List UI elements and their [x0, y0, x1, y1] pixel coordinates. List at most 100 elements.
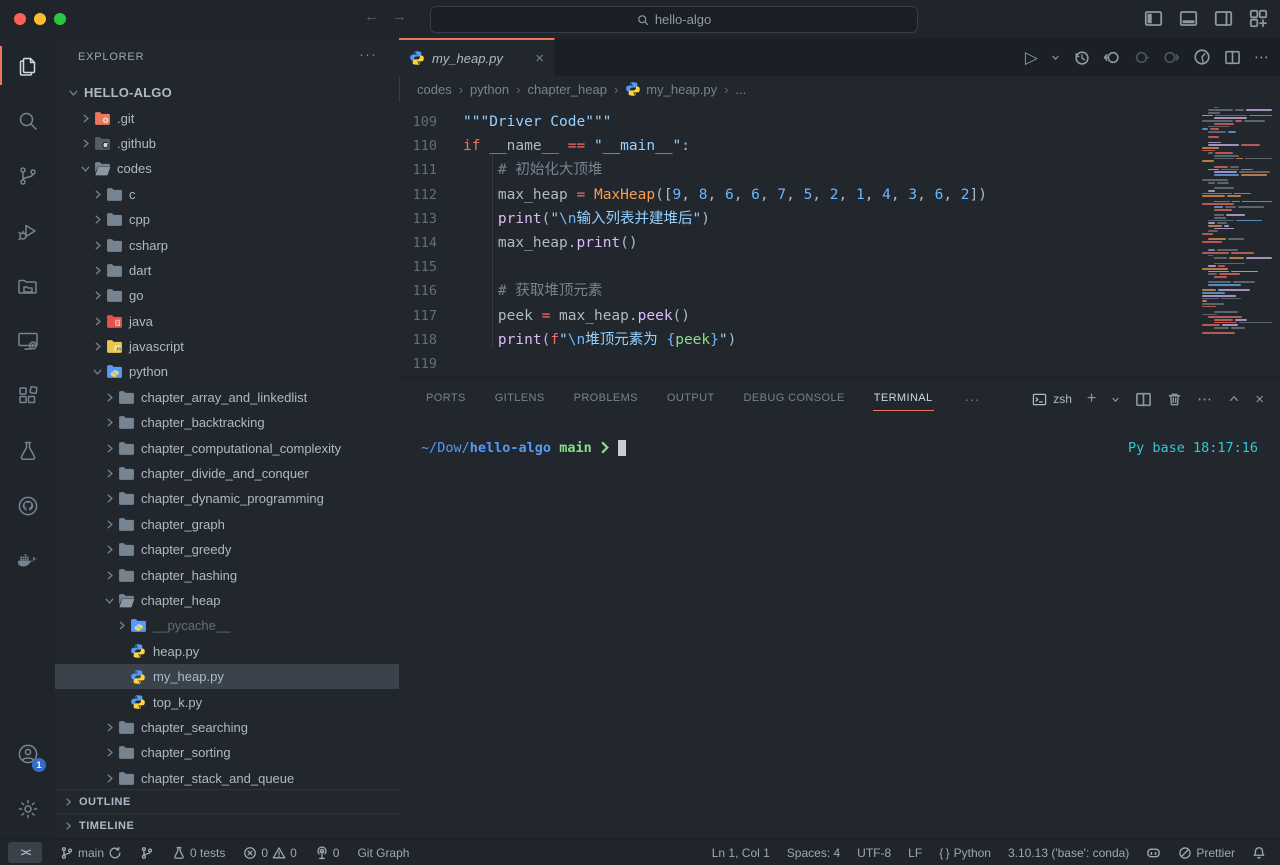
go-forward-icon[interactable] — [1163, 49, 1180, 66]
tree-item-.git[interactable]: .git — [55, 105, 399, 130]
code-editor[interactable]: 109"""Driver Code"""110if __name__ == "_… — [399, 102, 1280, 377]
status-copilot[interactable] — [1146, 845, 1161, 860]
tree-item-chapter_backtracking[interactable]: chapter_backtracking — [55, 410, 399, 435]
activity-remote-explorer[interactable] — [0, 313, 55, 368]
more-icon[interactable]: ⋯ — [1197, 390, 1213, 408]
tree-item-chapter_dynamic_programming[interactable]: chapter_dynamic_programming — [55, 486, 399, 511]
kill-terminal-icon[interactable] — [1167, 392, 1182, 407]
command-center-search[interactable]: hello-algo — [430, 6, 918, 33]
timeline-history-icon[interactable] — [1073, 49, 1090, 66]
close-tab-icon[interactable]: × — [535, 50, 544, 67]
activity-file-submodule[interactable] — [0, 258, 55, 313]
panel-tab-output[interactable]: OUTPUT — [666, 388, 716, 410]
breadcrumb-item-chapter_heap[interactable]: chapter_heap — [527, 82, 607, 97]
tree-item-java[interactable]: java — [55, 309, 399, 334]
tree-item-cpp[interactable]: cpp — [55, 207, 399, 232]
status-prettier[interactable]: Prettier — [1178, 846, 1235, 860]
tree-item-chapter_graph[interactable]: chapter_graph — [55, 512, 399, 537]
outline-section[interactable]: OUTLINE — [55, 789, 399, 814]
tree-item-heap.py[interactable]: heap.py — [55, 639, 399, 664]
breadcrumb-item-...[interactable]: ... — [735, 82, 746, 97]
nav-dot-icon[interactable] — [1133, 49, 1150, 66]
status-git-branch[interactable]: main — [60, 846, 122, 860]
tree-item-HELLO-ALGO[interactable]: HELLO-ALGO — [55, 80, 399, 105]
status-git-graph-branch[interactable] — [140, 846, 154, 860]
status-indentation[interactable]: Spaces: 4 — [787, 846, 840, 860]
panel-tabs-more[interactable]: ··· — [965, 391, 980, 407]
close-window-button[interactable] — [14, 13, 26, 25]
panel-tab-terminal[interactable]: TERMINAL — [873, 388, 934, 411]
tree-item-c[interactable]: c — [55, 182, 399, 207]
zoom-window-button[interactable] — [54, 13, 66, 25]
tree-item-chapter_hashing[interactable]: chapter_hashing — [55, 562, 399, 587]
status-eol[interactable]: LF — [908, 846, 922, 860]
tree-item-chapter_greedy[interactable]: chapter_greedy — [55, 537, 399, 562]
status-notifications[interactable] — [1252, 846, 1266, 860]
activity-search[interactable] — [0, 93, 55, 148]
activity-testing[interactable] — [0, 423, 55, 478]
split-terminal-icon[interactable] — [1135, 391, 1152, 408]
tree-item-.github[interactable]: .github — [55, 131, 399, 156]
status-encoding[interactable]: UTF-8 — [857, 846, 891, 860]
toggle-secondary-sidebar-icon[interactable] — [1214, 9, 1233, 28]
run-profile-icon[interactable] — [1193, 48, 1211, 66]
toggle-panel-icon[interactable] — [1179, 9, 1198, 28]
tree-item-dart[interactable]: dart — [55, 258, 399, 283]
status-language-mode[interactable]: { }Python — [939, 846, 991, 860]
activity-run-and-debug[interactable] — [0, 203, 55, 258]
forward-arrow-icon[interactable]: → — [392, 8, 407, 25]
activity-accounts[interactable]: 1 — [0, 726, 55, 781]
customize-layout-icon[interactable] — [1249, 9, 1268, 28]
minimap[interactable] — [1200, 104, 1272, 336]
activity-source-control[interactable] — [0, 148, 55, 203]
breadcrumb-item-python[interactable]: python — [470, 82, 509, 97]
status-python-interpreter[interactable]: 3.10.13 ('base': conda) — [1008, 846, 1129, 860]
status-git-graph[interactable]: Git Graph — [357, 846, 409, 860]
status-problems[interactable]: 00 — [243, 846, 296, 860]
activity-explorer[interactable] — [0, 38, 55, 93]
more-actions-icon[interactable]: ⋯ — [1254, 48, 1270, 66]
tree-item-__pycache__[interactable]: __pycache__ — [55, 613, 399, 638]
tree-item-chapter_divide_and_conquer[interactable]: chapter_divide_and_conquer — [55, 461, 399, 486]
run-icon[interactable]: ▷ — [1025, 49, 1038, 66]
new-terminal-icon[interactable]: + — [1087, 390, 1096, 408]
maximize-panel-icon[interactable] — [1228, 393, 1240, 405]
status-ports[interactable]: 0 — [315, 846, 340, 860]
tree-item-chapter_searching[interactable]: chapter_searching — [55, 715, 399, 740]
tree-item-javascript[interactable]: JSjavascript — [55, 334, 399, 359]
tree-item-chapter_stack_and_queue[interactable]: chapter_stack_and_queue — [55, 766, 399, 791]
tree-item-go[interactable]: go — [55, 283, 399, 308]
close-panel-icon[interactable]: × — [1255, 391, 1264, 408]
tab-my_heap.py[interactable]: my_heap.py × — [399, 38, 555, 76]
tree-item-csharp[interactable]: csharp — [55, 232, 399, 257]
tree-item-chapter_sorting[interactable]: chapter_sorting — [55, 740, 399, 765]
timeline-section[interactable]: TIMELINE — [55, 813, 399, 838]
breadcrumb-item-my_heap.py[interactable]: my_heap.py — [625, 81, 717, 97]
run-dropdown-icon[interactable] — [1051, 53, 1060, 62]
panel-tab-problems[interactable]: PROBLEMS — [573, 388, 639, 410]
panel-tab-ports[interactable]: PORTS — [425, 388, 467, 410]
tree-item-my_heap.py[interactable]: my_heap.py — [55, 664, 399, 689]
status-tests[interactable]: 0 tests — [172, 846, 225, 860]
back-arrow-icon[interactable]: ← — [364, 8, 379, 25]
go-back-icon[interactable] — [1103, 49, 1120, 66]
split-editor-icon[interactable] — [1224, 49, 1241, 66]
activity-extensions[interactable] — [0, 368, 55, 423]
toggle-primary-sidebar-icon[interactable] — [1144, 9, 1163, 28]
activity-settings[interactable] — [0, 781, 55, 836]
status-remote-indicator[interactable]: >< — [8, 842, 42, 863]
tree-item-codes[interactable]: codes — [55, 156, 399, 181]
minimize-window-button[interactable] — [34, 13, 46, 25]
tree-item-python[interactable]: python — [55, 359, 399, 384]
panel-tab-debug-console[interactable]: DEBUG CONSOLE — [743, 388, 846, 410]
tree-item-chapter_heap[interactable]: chapter_heap — [55, 588, 399, 613]
explorer-more-actions[interactable]: ··· — [359, 46, 377, 63]
tree-item-top_k.py[interactable]: top_k.py — [55, 689, 399, 714]
terminal-dropdown-icon[interactable] — [1111, 395, 1120, 404]
activity-docker[interactable] — [0, 533, 55, 588]
terminal-instance[interactable]: zsh — [1032, 392, 1072, 407]
activity-github[interactable] — [0, 478, 55, 533]
status-cursor-position[interactable]: Ln 1, Col 1 — [712, 846, 770, 860]
panel-tab-gitlens[interactable]: GITLENS — [494, 388, 546, 410]
tree-item-chapter_array_and_linkedlist[interactable]: chapter_array_and_linkedlist — [55, 385, 399, 410]
